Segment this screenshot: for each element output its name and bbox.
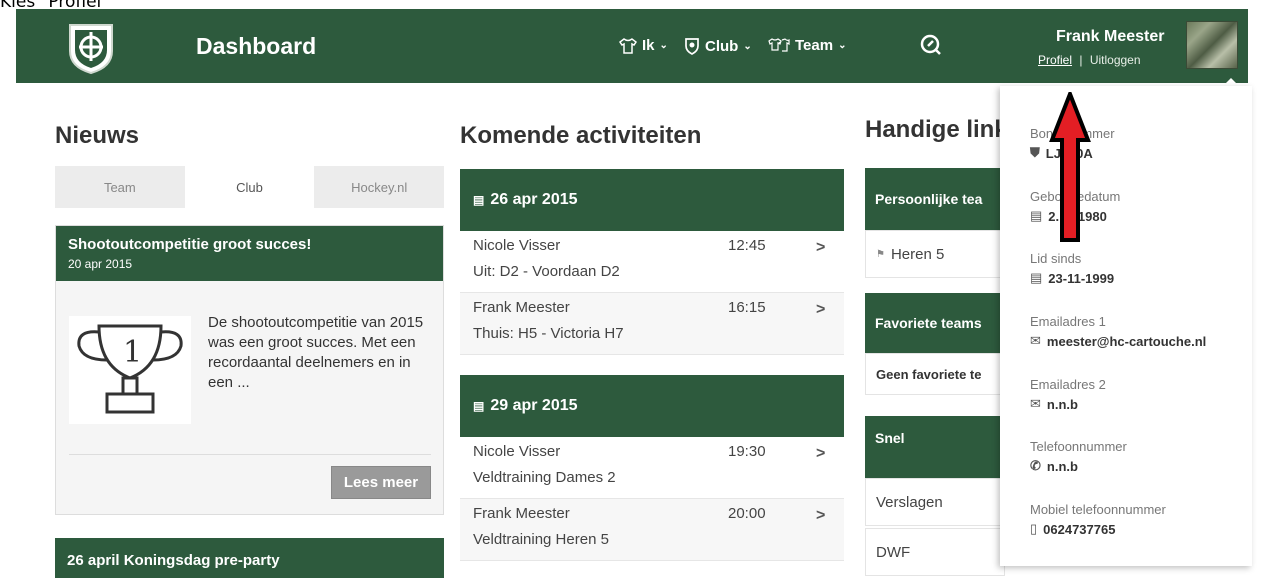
chevron-down-icon: ⌄ bbox=[838, 40, 847, 51]
activity-description: Uit: D2 - Voordaan D2 bbox=[473, 263, 620, 280]
shield-icon bbox=[685, 38, 699, 55]
calendar-icon: ▤ bbox=[473, 193, 485, 207]
field-label: Telefoonnummer bbox=[1030, 439, 1127, 454]
trophy-image: 1 bbox=[69, 316, 191, 424]
activity-person: Frank Meester bbox=[473, 299, 570, 316]
field-label: Emailadres 1 bbox=[1030, 314, 1106, 329]
profile-field-email-1: Emailadres 1 ✉ meester@hc-cartouche.nl bbox=[1030, 314, 1206, 349]
tab-club[interactable]: Club bbox=[184, 166, 315, 208]
news-article-title[interactable]: Shootoutcompetitie groot succes! bbox=[68, 236, 431, 253]
read-more-button[interactable]: Lees meer bbox=[331, 466, 431, 499]
shield-icon: ⛊ bbox=[1030, 145, 1040, 160]
activity-row[interactable]: Frank Meester 16:15 Thuis: H5 - Victoria… bbox=[460, 293, 844, 355]
nav-label-club: Club bbox=[705, 37, 739, 55]
field-value[interactable]: meester@hc-cartouche.nl bbox=[1047, 334, 1206, 349]
profile-dropdown: Bondsnummer ⛊LJ..L0A Geboortedatum ▤2...… bbox=[1000, 86, 1252, 566]
mail-icon: ✉ bbox=[1030, 333, 1041, 348]
nav-menu-ik[interactable]: Ik ⌄ bbox=[619, 37, 668, 54]
tab-hockey[interactable]: Hockey.nl bbox=[314, 166, 445, 208]
activity-person: Nicole Visser bbox=[473, 443, 561, 460]
activities-title: Komende activiteiten bbox=[460, 122, 702, 149]
quick-link-item[interactable]: Verslagen bbox=[865, 478, 1005, 526]
activity-description: Veldtraining Dames 2 bbox=[473, 469, 616, 486]
field-value: 23-11-1999 bbox=[1048, 270, 1115, 286]
field-label: Lid sinds bbox=[1030, 251, 1082, 266]
quick-links-header: Snel bbox=[865, 416, 1005, 478]
calendar-icon: ▤ bbox=[473, 399, 485, 413]
user-name: Frank Meester bbox=[1056, 28, 1165, 45]
user-links: Profiel | Uitloggen bbox=[1038, 53, 1141, 67]
activity-person: Nicole Visser bbox=[473, 237, 561, 254]
tab-team[interactable]: Team bbox=[55, 166, 185, 208]
personal-teams-header: Persoonlijke tea bbox=[865, 168, 1005, 230]
activity-description: Thuis: H5 - Victoria H7 bbox=[473, 325, 624, 342]
activity-description: Veldtraining Heren 5 bbox=[473, 531, 609, 548]
news-article-excerpt: De shootoutcompetitie van 2015 was een g… bbox=[208, 314, 424, 391]
top-navbar: Dashboard Ik ⌄ Club ⌄ Team ⌄ Frank Meest… bbox=[16, 9, 1248, 83]
nav-label-ik: Ik bbox=[642, 37, 655, 54]
svg-text:1: 1 bbox=[123, 335, 142, 370]
chevron-down-icon: ⌄ bbox=[743, 40, 752, 52]
chevron-right-icon[interactable]: > bbox=[816, 301, 825, 319]
links-title: Handige link bbox=[865, 116, 1008, 143]
chevron-right-icon[interactable]: > bbox=[816, 507, 825, 525]
news-article-card: Shootoutcompetitie groot succes! 20 apr … bbox=[55, 225, 444, 515]
favorite-teams-header: Favoriete teams bbox=[865, 293, 1005, 353]
search-icon bbox=[920, 34, 941, 55]
news-tabs: Team Club Hockey.nl bbox=[55, 166, 445, 208]
team-shirts-icon: ⚑ bbox=[876, 248, 885, 260]
divider bbox=[69, 454, 431, 455]
field-value: n.n.b bbox=[1046, 458, 1078, 474]
field-label: Mobiel telefoonnummer bbox=[1030, 502, 1166, 517]
activity-day-date: 29 apr 2015 bbox=[490, 397, 578, 414]
field-label: Emailadres 2 bbox=[1030, 377, 1106, 392]
avatar[interactable] bbox=[1186, 21, 1238, 69]
annotation-arrow-icon bbox=[1048, 88, 1092, 247]
activity-day-header: ▤ 26 apr 2015 bbox=[460, 169, 844, 231]
activity-row[interactable]: Frank Meester 20:00 Veldtraining Heren 5… bbox=[460, 499, 844, 561]
club-logo[interactable] bbox=[62, 17, 120, 75]
profile-field-lid-sinds: Lid sinds ▤ 23-11-1999 bbox=[1030, 251, 1114, 286]
phone-icon: ✆ bbox=[1030, 458, 1041, 473]
nav-label-team: Team bbox=[795, 37, 834, 54]
team-shirts-icon bbox=[768, 37, 790, 52]
field-value: 0624737765 bbox=[1043, 521, 1116, 537]
shirt-icon bbox=[619, 37, 637, 54]
field-value: n.n.b bbox=[1046, 396, 1078, 412]
activity-time: 16:15 bbox=[728, 299, 766, 316]
profile-field-mobiel: Mobiel telefoonnummer ▯ 0624737765 bbox=[1030, 502, 1166, 537]
news-article-date: 20 apr 2015 bbox=[68, 257, 133, 271]
activity-row[interactable]: Nicole Visser 19:30 Veldtraining Dames 2… bbox=[460, 437, 844, 499]
profile-field-telefoon: Telefoonnummer ✆ n.n.b bbox=[1030, 439, 1127, 474]
activity-day-header: ▤ 29 apr 2015 bbox=[460, 375, 844, 437]
mail-icon: ✉ bbox=[1030, 396, 1041, 411]
chevron-down-icon: ⌄ bbox=[659, 40, 668, 51]
profile-link[interactable]: Profiel bbox=[1038, 53, 1072, 67]
profile-field-email-2: Emailadres 2 ✉ n.n.b bbox=[1030, 377, 1106, 412]
personal-team-label: Heren 5 bbox=[890, 245, 945, 263]
activity-day-date: 26 apr 2015 bbox=[490, 191, 578, 208]
calendar-icon: ▤ bbox=[1030, 270, 1043, 285]
favorite-teams-empty: Geen favoriete te bbox=[865, 353, 1005, 395]
activity-person: Frank Meester bbox=[473, 505, 570, 522]
activity-row[interactable]: Nicole Visser 12:45 Uit: D2 - Voordaan D… bbox=[460, 231, 844, 293]
quick-link-item[interactable]: DWF bbox=[865, 528, 1005, 576]
nav-menu-team[interactable]: Team ⌄ bbox=[768, 37, 846, 54]
personal-team-item[interactable]: ⚑ Heren 5 bbox=[865, 230, 1005, 278]
nav-menu-club[interactable]: Club ⌄ bbox=[684, 37, 752, 55]
activity-time: 12:45 bbox=[728, 237, 766, 254]
activity-time: 20:00 bbox=[728, 505, 766, 522]
calendar-icon: ▤ bbox=[1030, 208, 1043, 223]
news-article-header[interactable]: Shootoutcompetitie groot succes! 20 apr … bbox=[56, 226, 443, 281]
page-brand-title[interactable]: Dashboard bbox=[196, 33, 316, 60]
logout-link[interactable]: Uitloggen bbox=[1090, 53, 1141, 67]
chevron-right-icon[interactable]: > bbox=[816, 445, 825, 463]
activity-time: 19:30 bbox=[728, 443, 766, 460]
news-title: Nieuws bbox=[55, 122, 140, 149]
link-separator: | bbox=[1079, 53, 1083, 67]
search-button[interactable] bbox=[919, 33, 943, 62]
mobile-icon: ▯ bbox=[1030, 521, 1038, 536]
chevron-right-icon[interactable]: > bbox=[816, 239, 825, 257]
news-article-2-title[interactable]: 26 april Koningsdag pre-party bbox=[55, 538, 444, 578]
